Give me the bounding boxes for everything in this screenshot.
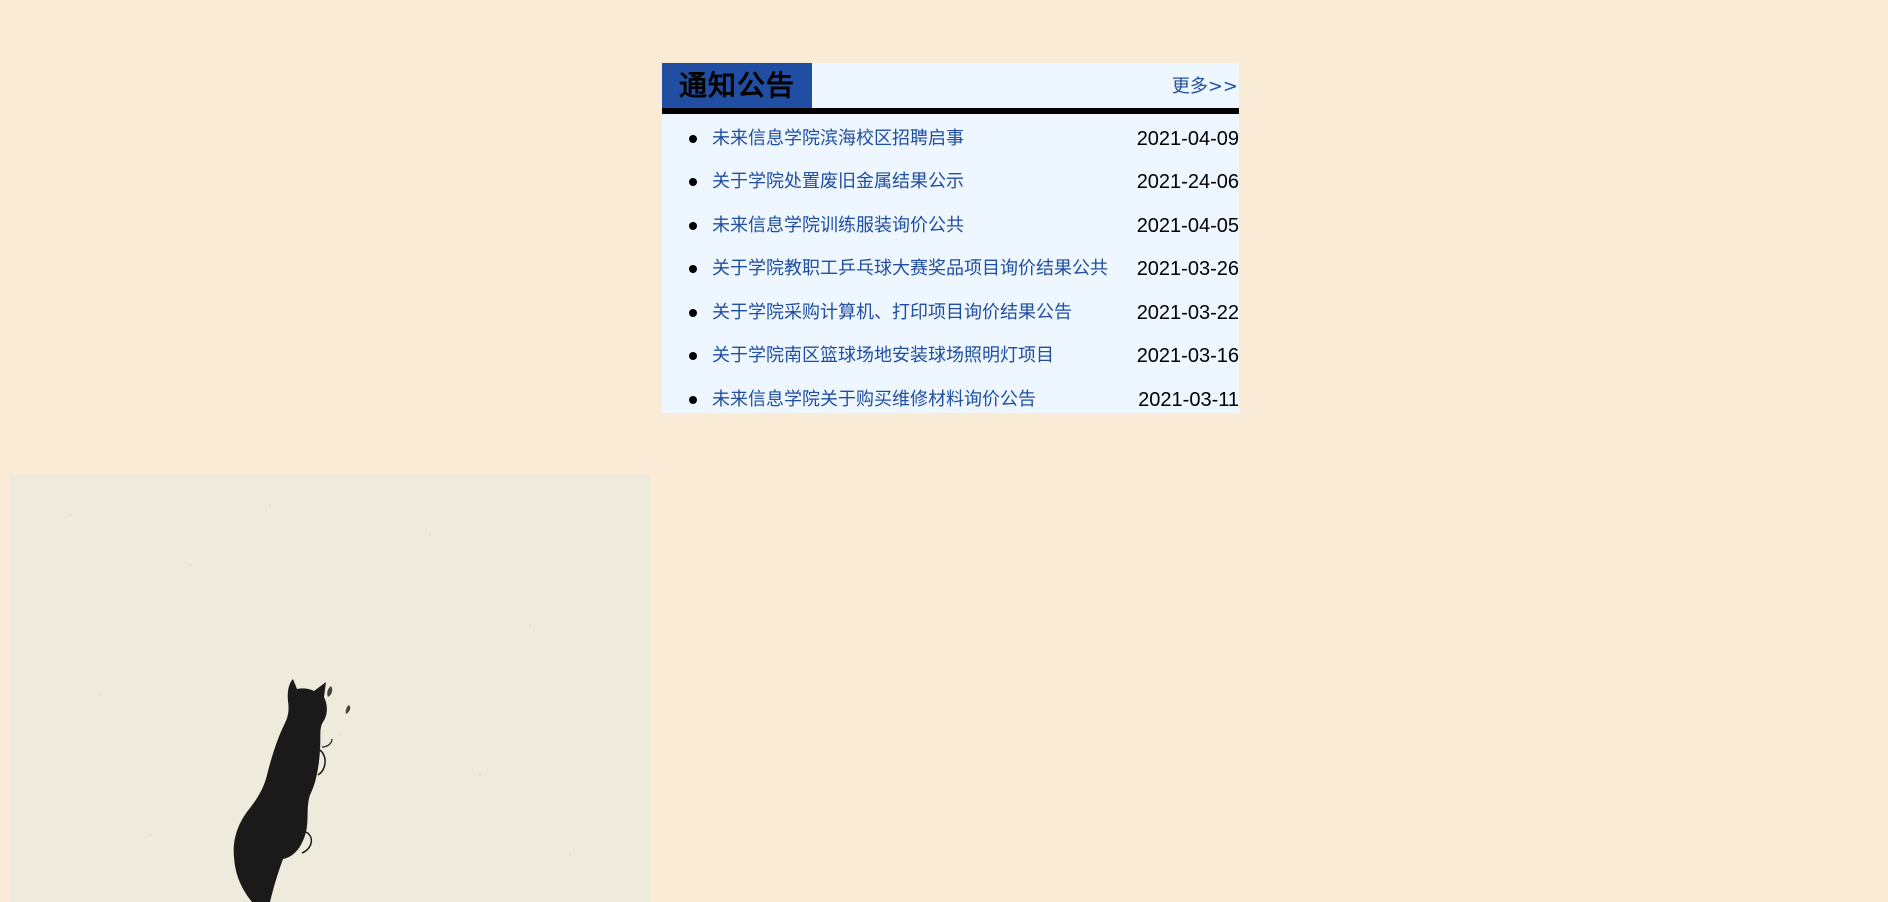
bullet-icon	[689, 265, 697, 273]
notice-date: 2021-03-16	[1136, 345, 1239, 367]
notice-header: 通知公告 更多>>	[662, 63, 1239, 114]
list-item: 未来信息学院滨海校区招聘启事 2021-04-09	[662, 127, 1239, 151]
bullet-icon	[689, 222, 697, 230]
list-item: 关于学院南区篮球场地安装球场照明灯项目 2021-03-16	[662, 344, 1239, 368]
cat-picture	[10, 475, 650, 902]
bullet-icon	[689, 178, 697, 186]
more-link[interactable]: 更多>>	[1172, 76, 1238, 98]
notice-link[interactable]: 未来信息学院训练服装询价公共	[712, 214, 1112, 238]
bullet-icon	[689, 396, 697, 404]
notice-date: 2021-24-06	[1136, 171, 1239, 193]
notice-link[interactable]: 关于学院教职工乒乓球大赛奖品项目询价结果公共	[712, 257, 1112, 281]
notice-link[interactable]: 关于学院处置废旧金属结果公示	[712, 170, 1112, 194]
list-item: 关于学院采购计算机、打印项目询价结果公告 2021-03-22	[662, 301, 1239, 325]
bullet-icon	[689, 309, 697, 317]
notice-link[interactable]: 关于学院采购计算机、打印项目询价结果公告	[712, 301, 1112, 325]
notice-link[interactable]: 未来信息学院关于购买维修材料询价公告	[712, 388, 1112, 412]
list-item: 未来信息学院关于购买维修材料询价公告 2021-03-11	[662, 388, 1239, 412]
notice-date: 2021-04-05	[1136, 215, 1239, 237]
cat-silhouette-icon	[69, 504, 571, 902]
notice-date: 2021-04-09	[1136, 128, 1239, 150]
notice-link[interactable]: 未来信息学院滨海校区招聘启事	[712, 127, 1112, 151]
notice-link[interactable]: 关于学院南区篮球场地安装球场照明灯项目	[712, 344, 1112, 368]
list-item: 关于学院教职工乒乓球大赛奖品项目询价结果公共 2021-03-26	[662, 257, 1239, 281]
bullet-icon	[689, 135, 697, 143]
notice-date: 2021-03-22	[1136, 302, 1239, 324]
bullet-icon	[689, 352, 697, 360]
list-item: 关于学院处置废旧金属结果公示 2021-24-06	[662, 170, 1239, 194]
notice-panel: 通知公告 更多>> 未来信息学院滨海校区招聘启事 2021-04-09 关于学院…	[662, 63, 1239, 413]
notice-date: 2021-03-11	[1138, 389, 1239, 411]
notice-title: 通知公告	[662, 63, 812, 108]
list-item: 未来信息学院训练服装询价公共 2021-04-05	[662, 214, 1239, 238]
notice-date: 2021-03-26	[1136, 258, 1239, 280]
